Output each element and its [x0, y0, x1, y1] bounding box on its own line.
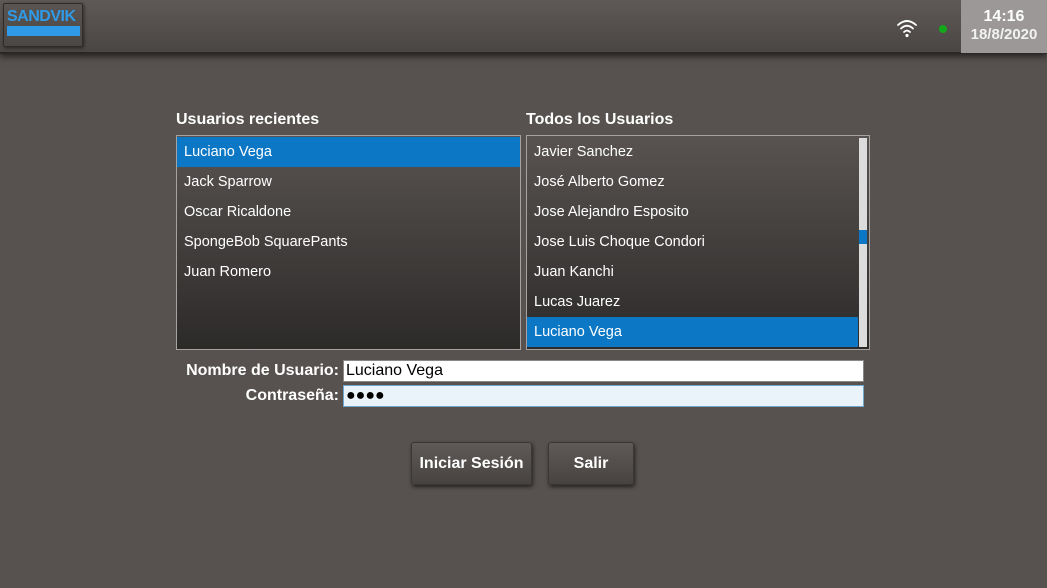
sandvik-logo-text: SANDVIK	[7, 8, 76, 25]
exit-button[interactable]: Salir	[548, 442, 634, 485]
list-item[interactable]: Oscar Ricaldone	[177, 197, 520, 227]
top-bar: SANDVIK 14:16 18/8/2020	[0, 0, 1047, 54]
clock-date: 18/8/2020	[970, 26, 1038, 43]
connection-status-icon	[939, 25, 947, 33]
list-item[interactable]: SpongeBob SquarePants	[177, 227, 520, 257]
list-item[interactable]: Jose Alejandro Esposito	[527, 197, 858, 227]
list-item[interactable]: Luciano Vega	[177, 137, 520, 167]
all-users-heading: Todos los Usuarios	[526, 111, 674, 128]
password-label: Contraseña:	[245, 387, 339, 404]
list-item[interactable]: Jose Luis Choque Condori	[527, 227, 858, 257]
recent-users-heading: Usuarios recientes	[176, 111, 320, 128]
list-item[interactable]: Jack Sparrow	[177, 167, 520, 197]
wifi-icon	[897, 20, 917, 38]
list-item[interactable]: Juan Romero	[177, 257, 520, 287]
username-label: Nombre de Usuario:	[186, 362, 339, 379]
username-field[interactable]	[343, 360, 864, 382]
list-item[interactable]: Lucas Juarez	[527, 287, 858, 317]
all-users-scroll-thumb[interactable]	[859, 230, 867, 244]
list-item[interactable]: Juan Kanchi	[527, 257, 858, 287]
sandvik-logo-button[interactable]: SANDVIK	[3, 3, 83, 47]
all-users-list[interactable]: Javier Sanchez José Alberto Gomez Jose Ale…	[526, 135, 870, 350]
all-users-scrollbar[interactable]	[859, 138, 867, 347]
login-button[interactable]: Iniciar Sesión	[411, 442, 532, 485]
list-item[interactable]: Luciano Vega	[527, 317, 858, 347]
list-item[interactable]: Javier Sanchez	[527, 137, 858, 167]
clock-panel: 14:16 18/8/2020	[961, 0, 1047, 53]
password-field[interactable]	[343, 385, 864, 407]
sandvik-logo-bar	[7, 26, 80, 36]
clock-time: 14:16	[983, 8, 1025, 25]
recent-users-list[interactable]: Luciano Vega Jack Sparrow Oscar Ricaldone S…	[176, 135, 521, 350]
list-item[interactable]: José Alberto Gomez	[527, 167, 858, 197]
